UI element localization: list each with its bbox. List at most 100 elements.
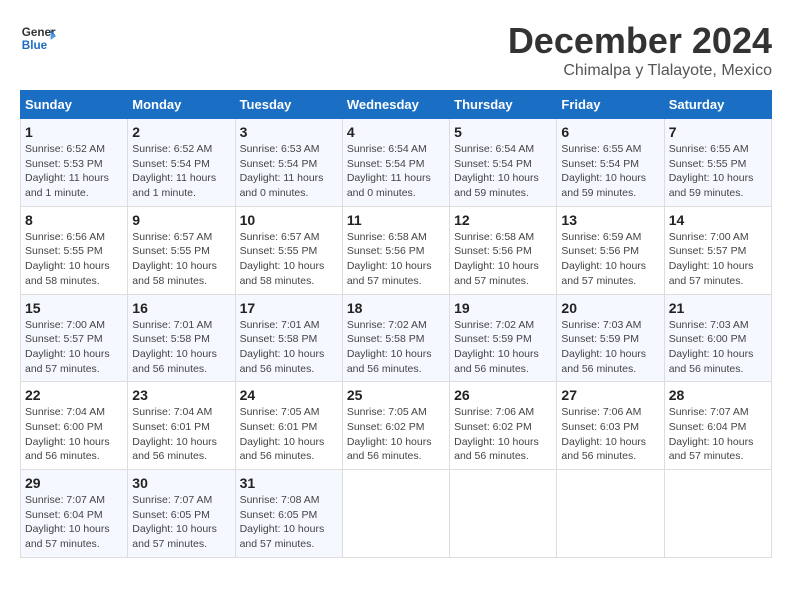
calendar-cell: 31 Sunrise: 7:08 AM Sunset: 6:05 PM Dayl… [235,470,342,558]
day-number: 12 [454,212,552,228]
calendar-cell: 8 Sunrise: 6:56 AM Sunset: 5:55 PM Dayli… [21,206,128,294]
calendar-cell: 30 Sunrise: 7:07 AM Sunset: 6:05 PM Dayl… [128,470,235,558]
day-number: 13 [561,212,659,228]
day-number: 29 [25,475,123,491]
calendar-cell: 6 Sunrise: 6:55 AM Sunset: 5:54 PM Dayli… [557,119,664,207]
day-info: Sunrise: 7:01 AM Sunset: 5:58 PM Dayligh… [240,318,338,377]
week-row-2: 8 Sunrise: 6:56 AM Sunset: 5:55 PM Dayli… [21,206,772,294]
calendar-cell [664,470,771,558]
weekday-header-thursday: Thursday [450,91,557,119]
weekday-header-row: SundayMondayTuesdayWednesdayThursdayFrid… [21,91,772,119]
day-info: Sunrise: 7:02 AM Sunset: 5:59 PM Dayligh… [454,318,552,377]
day-number: 3 [240,124,338,140]
day-info: Sunrise: 7:05 AM Sunset: 6:02 PM Dayligh… [347,405,445,464]
weekday-header-friday: Friday [557,91,664,119]
calendar-cell: 9 Sunrise: 6:57 AM Sunset: 5:55 PM Dayli… [128,206,235,294]
day-info: Sunrise: 6:57 AM Sunset: 5:55 PM Dayligh… [240,230,338,289]
day-number: 11 [347,212,445,228]
calendar-cell [450,470,557,558]
day-info: Sunrise: 7:07 AM Sunset: 6:04 PM Dayligh… [669,405,767,464]
header: General Blue December 2024 Chimalpa y Tl… [20,20,772,80]
day-info: Sunrise: 7:01 AM Sunset: 5:58 PM Dayligh… [132,318,230,377]
day-info: Sunrise: 7:04 AM Sunset: 6:01 PM Dayligh… [132,405,230,464]
day-info: Sunrise: 6:54 AM Sunset: 5:54 PM Dayligh… [347,142,445,201]
weekday-header-sunday: Sunday [21,91,128,119]
day-number: 6 [561,124,659,140]
calendar-table: SundayMondayTuesdayWednesdayThursdayFrid… [20,90,772,558]
calendar-cell: 24 Sunrise: 7:05 AM Sunset: 6:01 PM Dayl… [235,382,342,470]
day-number: 23 [132,387,230,403]
calendar-cell: 14 Sunrise: 7:00 AM Sunset: 5:57 PM Dayl… [664,206,771,294]
day-info: Sunrise: 7:00 AM Sunset: 5:57 PM Dayligh… [25,318,123,377]
week-row-5: 29 Sunrise: 7:07 AM Sunset: 6:04 PM Dayl… [21,470,772,558]
calendar-cell: 5 Sunrise: 6:54 AM Sunset: 5:54 PM Dayli… [450,119,557,207]
day-info: Sunrise: 6:52 AM Sunset: 5:53 PM Dayligh… [25,142,123,201]
day-number: 1 [25,124,123,140]
calendar-cell: 22 Sunrise: 7:04 AM Sunset: 6:00 PM Dayl… [21,382,128,470]
calendar-cell: 2 Sunrise: 6:52 AM Sunset: 5:54 PM Dayli… [128,119,235,207]
calendar-cell: 7 Sunrise: 6:55 AM Sunset: 5:55 PM Dayli… [664,119,771,207]
title-area: December 2024 Chimalpa y Tlalayote, Mexi… [508,20,772,80]
day-info: Sunrise: 7:06 AM Sunset: 6:02 PM Dayligh… [454,405,552,464]
calendar-cell: 27 Sunrise: 7:06 AM Sunset: 6:03 PM Dayl… [557,382,664,470]
calendar-cell: 17 Sunrise: 7:01 AM Sunset: 5:58 PM Dayl… [235,294,342,382]
calendar-cell: 21 Sunrise: 7:03 AM Sunset: 6:00 PM Dayl… [664,294,771,382]
day-info: Sunrise: 6:56 AM Sunset: 5:55 PM Dayligh… [25,230,123,289]
logo: General Blue [20,20,56,56]
day-number: 24 [240,387,338,403]
calendar-cell: 23 Sunrise: 7:04 AM Sunset: 6:01 PM Dayl… [128,382,235,470]
day-number: 15 [25,300,123,316]
calendar-cell: 13 Sunrise: 6:59 AM Sunset: 5:56 PM Dayl… [557,206,664,294]
calendar-cell: 25 Sunrise: 7:05 AM Sunset: 6:02 PM Dayl… [342,382,449,470]
day-number: 28 [669,387,767,403]
calendar-cell: 10 Sunrise: 6:57 AM Sunset: 5:55 PM Dayl… [235,206,342,294]
calendar-cell: 26 Sunrise: 7:06 AM Sunset: 6:02 PM Dayl… [450,382,557,470]
day-info: Sunrise: 7:07 AM Sunset: 6:04 PM Dayligh… [25,493,123,552]
calendar-cell: 28 Sunrise: 7:07 AM Sunset: 6:04 PM Dayl… [664,382,771,470]
day-number: 27 [561,387,659,403]
day-info: Sunrise: 6:53 AM Sunset: 5:54 PM Dayligh… [240,142,338,201]
day-number: 9 [132,212,230,228]
day-info: Sunrise: 6:58 AM Sunset: 5:56 PM Dayligh… [347,230,445,289]
calendar-cell: 16 Sunrise: 7:01 AM Sunset: 5:58 PM Dayl… [128,294,235,382]
svg-text:Blue: Blue [22,39,48,52]
day-info: Sunrise: 7:03 AM Sunset: 6:00 PM Dayligh… [669,318,767,377]
logo-icon: General Blue [20,20,56,56]
day-number: 19 [454,300,552,316]
calendar-cell: 12 Sunrise: 6:58 AM Sunset: 5:56 PM Dayl… [450,206,557,294]
day-number: 5 [454,124,552,140]
day-info: Sunrise: 7:03 AM Sunset: 5:59 PM Dayligh… [561,318,659,377]
week-row-3: 15 Sunrise: 7:00 AM Sunset: 5:57 PM Dayl… [21,294,772,382]
day-info: Sunrise: 6:55 AM Sunset: 5:55 PM Dayligh… [669,142,767,201]
day-info: Sunrise: 6:58 AM Sunset: 5:56 PM Dayligh… [454,230,552,289]
day-number: 21 [669,300,767,316]
day-number: 25 [347,387,445,403]
week-row-1: 1 Sunrise: 6:52 AM Sunset: 5:53 PM Dayli… [21,119,772,207]
day-info: Sunrise: 6:52 AM Sunset: 5:54 PM Dayligh… [132,142,230,201]
day-number: 18 [347,300,445,316]
day-number: 20 [561,300,659,316]
day-info: Sunrise: 7:02 AM Sunset: 5:58 PM Dayligh… [347,318,445,377]
day-info: Sunrise: 7:00 AM Sunset: 5:57 PM Dayligh… [669,230,767,289]
day-info: Sunrise: 7:06 AM Sunset: 6:03 PM Dayligh… [561,405,659,464]
day-number: 31 [240,475,338,491]
calendar-cell: 15 Sunrise: 7:00 AM Sunset: 5:57 PM Dayl… [21,294,128,382]
calendar-cell: 1 Sunrise: 6:52 AM Sunset: 5:53 PM Dayli… [21,119,128,207]
day-number: 14 [669,212,767,228]
day-info: Sunrise: 7:08 AM Sunset: 6:05 PM Dayligh… [240,493,338,552]
day-number: 4 [347,124,445,140]
day-number: 10 [240,212,338,228]
day-info: Sunrise: 6:54 AM Sunset: 5:54 PM Dayligh… [454,142,552,201]
month-title: December 2024 [508,20,772,62]
day-info: Sunrise: 6:57 AM Sunset: 5:55 PM Dayligh… [132,230,230,289]
calendar-cell: 4 Sunrise: 6:54 AM Sunset: 5:54 PM Dayli… [342,119,449,207]
calendar-cell: 11 Sunrise: 6:58 AM Sunset: 5:56 PM Dayl… [342,206,449,294]
weekday-header-monday: Monday [128,91,235,119]
day-info: Sunrise: 7:05 AM Sunset: 6:01 PM Dayligh… [240,405,338,464]
calendar-cell: 29 Sunrise: 7:07 AM Sunset: 6:04 PM Dayl… [21,470,128,558]
day-number: 22 [25,387,123,403]
day-number: 16 [132,300,230,316]
weekday-header-tuesday: Tuesday [235,91,342,119]
day-number: 7 [669,124,767,140]
weekday-header-saturday: Saturday [664,91,771,119]
